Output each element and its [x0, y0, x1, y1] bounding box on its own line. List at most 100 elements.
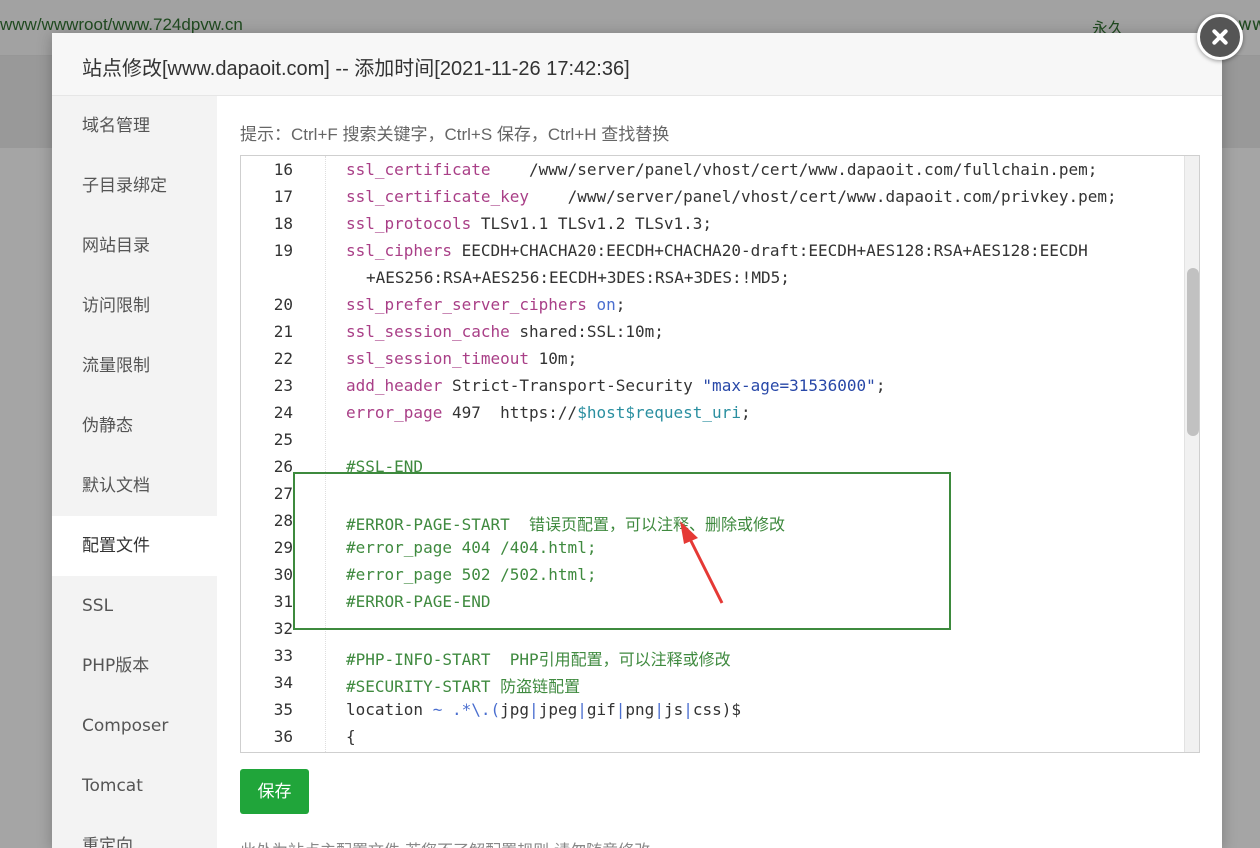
scrollbar-thumb[interactable]: [1187, 268, 1199, 436]
save-button[interactable]: 保存: [240, 769, 309, 814]
code-line-23: add_header Strict-Transport-Security "ma…: [346, 376, 885, 395]
value: +AES256:RSA+AES256:EECDH+3DES:RSA+3DES:!…: [366, 268, 790, 287]
value: css: [692, 700, 722, 719]
line-number: 29: [273, 538, 293, 557]
directive: ssl_prefer_server_ciphers: [346, 295, 587, 314]
directive: add_header: [346, 376, 443, 395]
sidebar-item-redirect[interactable]: 重定向: [52, 816, 217, 848]
value: /www/server/panel/vhost/cert/www.dapaoit…: [490, 160, 1098, 179]
indent-guide: [325, 156, 326, 752]
value: ;: [740, 403, 751, 422]
value: js: [663, 700, 684, 719]
line-number: 20: [273, 295, 293, 314]
config-warning-note: 此处为站点主配置文件,若您不了解配置规则,请勿随意修改.: [240, 837, 655, 848]
line-number: 17: [273, 187, 293, 206]
variable: $host$request_uri: [577, 403, 741, 422]
sidebar-item-subdir[interactable]: 子目录绑定: [52, 156, 217, 216]
sidebar-item-config-file[interactable]: 配置文件: [52, 516, 217, 576]
value: shared:SSL:10m;: [509, 322, 664, 341]
code-line-18: ssl_protocols TLSv1.1 TLSv1.2 TLSv1.3;: [346, 214, 712, 233]
line-number: 26: [273, 457, 293, 476]
sidebar-item-tomcat[interactable]: Tomcat: [52, 756, 217, 816]
value: 497 https://: [442, 403, 578, 422]
close-icon[interactable]: [1197, 14, 1243, 60]
directive: ssl_ciphers: [346, 241, 452, 260]
line-number: 28: [273, 511, 293, 530]
value: ;: [875, 376, 886, 395]
value: $: [731, 700, 742, 719]
code-line-21: ssl_session_cache shared:SSL:10m;: [346, 322, 664, 341]
sidebar-item-access-limit[interactable]: 访问限制: [52, 276, 217, 336]
line-number: 25: [273, 430, 293, 449]
regex-operator: |: [577, 700, 587, 719]
code-line-24: error_page 497 https://$host$request_uri…: [346, 403, 751, 422]
value: jpeg: [538, 700, 578, 719]
value: png: [625, 700, 655, 719]
regex-operator: |: [529, 700, 539, 719]
line-number: 18: [273, 214, 293, 233]
keyword-on: on: [586, 295, 616, 314]
code-line-22: ssl_session_timeout 10m;: [346, 349, 577, 368]
line-number: 31: [273, 592, 293, 611]
code-editor[interactable]: 16 17 18 19 20 21 22 23 24 25 26 27 28 2…: [240, 155, 1200, 753]
regex-operator: ~ .*\.(: [432, 700, 501, 719]
regex-operator: |: [654, 700, 664, 719]
editor-scrollbar[interactable]: [1184, 156, 1199, 752]
sidebar-item-traffic-limit[interactable]: 流量限制: [52, 336, 217, 396]
sidebar-item-rewrite[interactable]: 伪静态: [52, 396, 217, 456]
value: Strict-Transport-Security: [442, 376, 703, 395]
value: /www/server/panel/vhost/cert/www.dapaoit…: [529, 187, 1117, 206]
line-number: 34: [273, 673, 293, 692]
line-number: 27: [273, 484, 293, 503]
value: ;: [615, 295, 626, 314]
code-line-16: ssl_certificate /www/server/panel/vhost/…: [346, 160, 1097, 179]
value: TLSv1.1 TLSv1.2 TLSv1.3;: [471, 214, 713, 233]
value: 10m;: [529, 349, 578, 368]
line-number: 19: [273, 241, 293, 260]
line-number: 35: [273, 700, 293, 719]
code-line-17: ssl_certificate_key /www/server/panel/vh…: [346, 187, 1117, 206]
value: ): [721, 700, 732, 719]
line-number: 36: [273, 727, 293, 746]
code-line-19-wrap: +AES256:RSA+AES256:EECDH+3DES:RSA+3DES:!…: [366, 268, 790, 287]
directive: ssl_certificate_key: [346, 187, 530, 206]
line-number: 21: [273, 322, 293, 341]
code-line-35: location ~ .*\.(jpg|jpeg|gif|png|js|css)…: [346, 700, 741, 719]
sidebar-item-site-dir[interactable]: 网站目录: [52, 216, 217, 276]
directive: ssl_protocols: [346, 214, 472, 233]
directive: ssl_session_timeout: [346, 349, 530, 368]
modal-title: 站点修改[www.dapaoit.com] -- 添加时间[2021-11-26…: [82, 58, 630, 80]
code-line-19: ssl_ciphers EECDH+CHACHA20:EECDH+CHACHA2…: [346, 241, 1088, 260]
line-number: 23: [273, 376, 293, 395]
line-number: 33: [273, 646, 293, 665]
directive: ssl_certificate: [346, 160, 491, 179]
sidebar-item-composer[interactable]: Composer: [52, 696, 217, 756]
site-edit-modal: 站点修改[www.dapaoit.com] -- 添加时间[2021-11-26…: [52, 33, 1222, 848]
line-number: 32: [273, 619, 293, 638]
value: jpg: [500, 700, 530, 719]
directive: error_page: [346, 403, 443, 422]
line-number-gutter: 16 17 18 19 20 21 22 23 24 25 26 27 28 2…: [241, 156, 299, 752]
sidebar-item-php-version[interactable]: PHP版本: [52, 636, 217, 696]
code-line-34: #SECURITY-START 防盗链配置: [346, 673, 580, 697]
line-number: 22: [273, 349, 293, 368]
line-number: 30: [273, 565, 293, 584]
line-number: 24: [273, 403, 293, 422]
code-line-33: #PHP-INFO-START PHP引用配置，可以注释或修改: [346, 646, 731, 670]
modal-sidebar: 域名管理 子目录绑定 网站目录 访问限制 流量限制 伪静态 默认文档 配置文件 …: [52, 96, 217, 848]
line-number: 16: [273, 160, 293, 179]
value: EECDH+CHACHA20:EECDH+CHACHA20-draft:EECD…: [451, 241, 1088, 260]
directive: ssl_session_cache: [346, 322, 510, 341]
modal-header: 站点修改[www.dapaoit.com] -- 添加时间[2021-11-26…: [52, 33, 1222, 96]
value: gif: [586, 700, 616, 719]
value: location: [346, 700, 433, 719]
sidebar-item-default-doc[interactable]: 默认文档: [52, 456, 217, 516]
editor-hint: 提示：Ctrl+F 搜索关键字，Ctrl+S 保存，Ctrl+H 查找替换: [240, 125, 670, 144]
comment: #PHP-INFO-START PHP引用配置，可以注释或修改: [346, 650, 731, 669]
string-literal: "max-age=31536000": [702, 376, 876, 395]
sidebar-item-ssl[interactable]: SSL: [52, 576, 217, 636]
annotation-highlight-box: [293, 472, 951, 630]
code-line-36: {: [346, 727, 356, 746]
comment: #SECURITY-START 防盗链配置: [346, 677, 581, 696]
sidebar-item-domain[interactable]: 域名管理: [52, 96, 217, 156]
